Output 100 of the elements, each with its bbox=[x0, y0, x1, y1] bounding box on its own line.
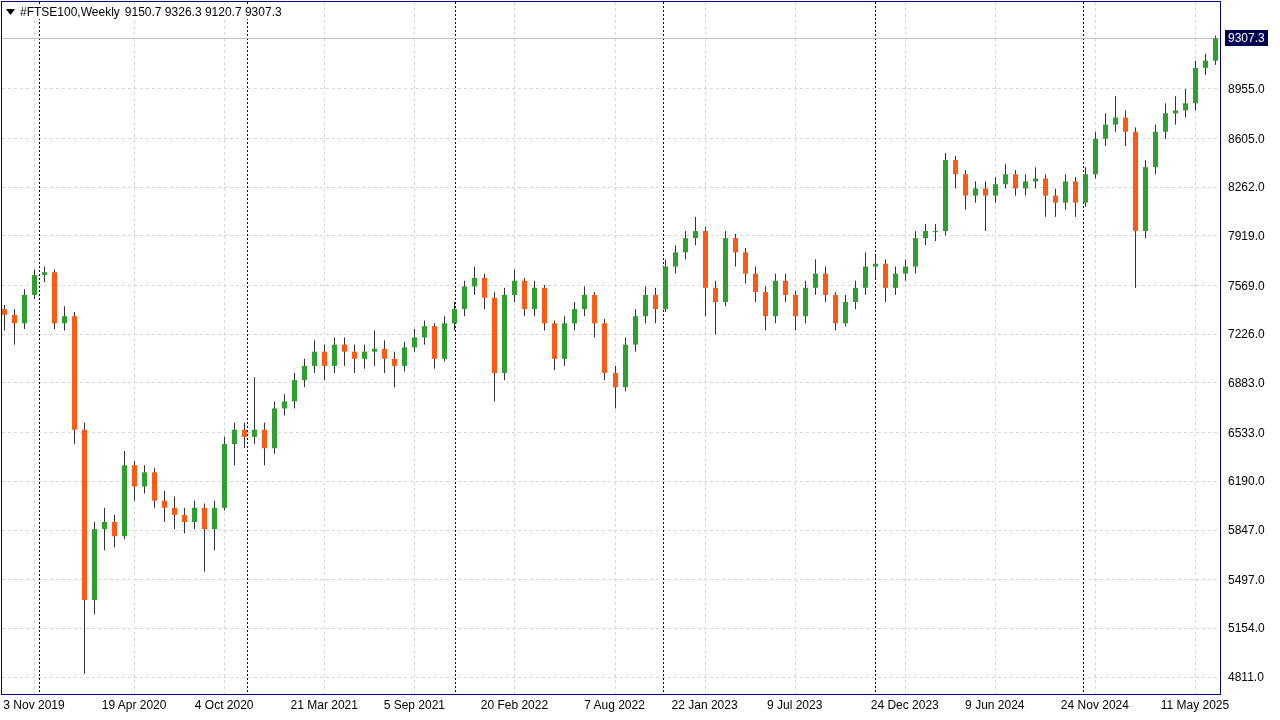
time-axis-label: 4 Oct 2020 bbox=[194, 698, 254, 712]
candle bbox=[973, 180, 978, 204]
dropdown-triangle-icon[interactable] bbox=[6, 9, 15, 15]
price-axis-label: 6190.0 bbox=[1228, 474, 1265, 489]
candle bbox=[933, 223, 938, 242]
candle bbox=[673, 244, 678, 275]
candle bbox=[1213, 35, 1218, 66]
price-axis-label: 7569.0 bbox=[1228, 278, 1265, 293]
price-axis-label: 8605.0 bbox=[1228, 131, 1265, 146]
candle bbox=[362, 344, 367, 370]
candle bbox=[773, 273, 778, 324]
candle bbox=[813, 258, 818, 296]
candle bbox=[713, 280, 718, 336]
candle bbox=[312, 339, 317, 374]
candle bbox=[112, 514, 117, 549]
candle bbox=[412, 328, 417, 353]
candle bbox=[743, 247, 748, 285]
candle bbox=[172, 495, 177, 530]
ohlc-quote: 9150.7 9326.3 9120.7 9307.3 bbox=[124, 5, 282, 19]
candle bbox=[152, 467, 157, 509]
price-axis-label: 5847.0 bbox=[1228, 523, 1265, 537]
time-axis-label: 9 Jun 2024 bbox=[965, 698, 1025, 712]
price-axis-label: 5497.0 bbox=[1228, 572, 1265, 587]
candle bbox=[202, 503, 207, 573]
candle bbox=[422, 319, 427, 346]
candle bbox=[22, 288, 27, 330]
candle bbox=[562, 315, 567, 367]
candle bbox=[753, 266, 758, 303]
price-axis-label: 7919.0 bbox=[1228, 228, 1265, 243]
candle bbox=[482, 273, 487, 310]
candle bbox=[1153, 124, 1158, 175]
candle bbox=[1033, 166, 1038, 189]
candle bbox=[1173, 95, 1178, 126]
price-axis-label: 7226.0 bbox=[1228, 327, 1265, 342]
candle bbox=[643, 285, 648, 324]
candle bbox=[783, 273, 788, 303]
candle bbox=[1023, 173, 1028, 197]
candle bbox=[272, 400, 277, 455]
time-axis-label: 9 Jul 2023 bbox=[766, 698, 823, 712]
candle bbox=[873, 254, 878, 279]
candle bbox=[623, 337, 628, 392]
candle bbox=[613, 365, 618, 409]
candle bbox=[683, 230, 688, 260]
candle bbox=[1123, 109, 1128, 147]
candle bbox=[763, 285, 768, 331]
candle bbox=[853, 280, 858, 310]
candle bbox=[1103, 112, 1108, 147]
candle bbox=[252, 376, 257, 445]
candle bbox=[382, 339, 387, 374]
candle bbox=[793, 290, 798, 331]
candle bbox=[162, 490, 167, 523]
candle bbox=[42, 266, 47, 283]
candle bbox=[602, 318, 607, 381]
candle bbox=[833, 291, 838, 331]
candle bbox=[292, 372, 297, 409]
candle bbox=[582, 285, 587, 317]
candle bbox=[32, 268, 37, 300]
candle bbox=[132, 460, 137, 502]
candle bbox=[953, 155, 958, 189]
candle bbox=[923, 223, 928, 246]
candle bbox=[1093, 131, 1098, 180]
price-axis-label: 6883.0 bbox=[1228, 376, 1265, 390]
price-axis-label: 8262.0 bbox=[1228, 180, 1265, 195]
candle bbox=[843, 294, 848, 327]
candle bbox=[893, 266, 898, 296]
candle bbox=[733, 233, 738, 268]
candle bbox=[653, 287, 658, 324]
candle bbox=[552, 319, 557, 371]
candle bbox=[262, 422, 267, 466]
candle bbox=[242, 422, 247, 449]
candle bbox=[402, 341, 407, 373]
candle bbox=[863, 251, 868, 296]
candle bbox=[62, 305, 67, 331]
candle bbox=[1043, 173, 1048, 218]
price-axis-label: 6533.0 bbox=[1228, 425, 1265, 440]
candle bbox=[2, 304, 7, 331]
candle bbox=[192, 500, 197, 530]
candle bbox=[993, 176, 998, 204]
candle bbox=[182, 507, 187, 534]
time-axis-label: 24 Dec 2023 bbox=[870, 698, 939, 712]
candle bbox=[392, 351, 397, 388]
candle bbox=[142, 464, 147, 495]
candle bbox=[592, 291, 597, 338]
candle bbox=[1073, 176, 1078, 218]
candle bbox=[693, 216, 698, 246]
candle bbox=[52, 268, 57, 330]
candle bbox=[332, 337, 337, 374]
candle bbox=[963, 169, 968, 211]
candle bbox=[532, 280, 537, 317]
candle bbox=[983, 180, 988, 232]
candle bbox=[522, 277, 527, 317]
candle bbox=[462, 280, 467, 317]
price-axis-label: 4811.0 bbox=[1228, 670, 1264, 685]
candle bbox=[1113, 95, 1118, 133]
candle bbox=[322, 344, 327, 381]
candle bbox=[472, 266, 477, 296]
candle bbox=[282, 393, 287, 417]
candle bbox=[442, 315, 447, 363]
candle bbox=[542, 284, 547, 331]
price-axis-label: 5154.0 bbox=[1228, 621, 1265, 636]
